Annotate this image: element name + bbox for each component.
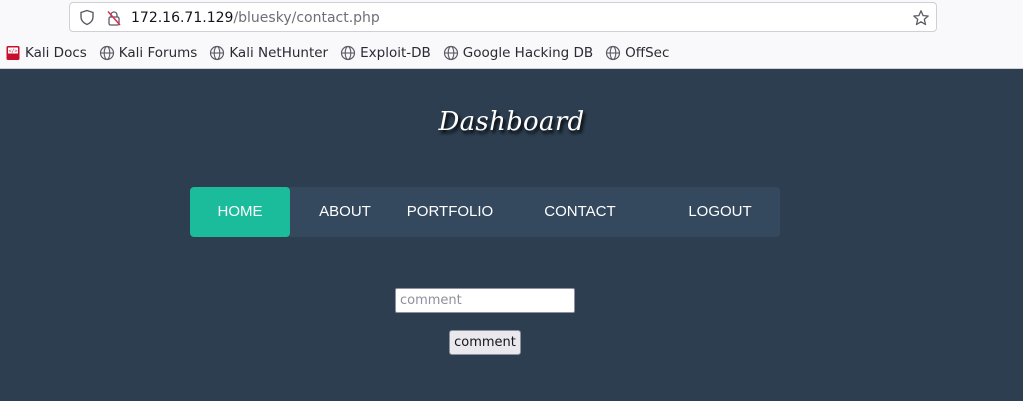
bookmark-exploit-db[interactable]: Exploit-DB: [340, 41, 431, 65]
url-bar[interactable]: 172.16.71.129/bluesky/contact.php: [69, 2, 937, 32]
main-nav: HOME ABOUT PORTFOLIO CONTACT LOGOUT: [190, 187, 780, 237]
url-path: /bluesky/contact.php: [233, 10, 380, 26]
shield-icon[interactable]: [79, 9, 95, 26]
bookmark-label: Kali Forums: [118, 45, 198, 61]
bookmark-kali-docs[interactable]: </> Kali Docs: [5, 41, 87, 65]
url-host: 172.16.71.129: [131, 10, 234, 26]
comment-input[interactable]: [395, 288, 575, 313]
url-text[interactable]: 172.16.71.129/bluesky/contact.php: [131, 9, 380, 27]
bookmark-label: Kali NetHunter: [229, 45, 329, 61]
bookmarks-toolbar: </> Kali Docs Kali Forums Kali NetHunter…: [0, 38, 1023, 68]
svg-text:</>: </>: [8, 49, 17, 55]
page-content: Dashboard HOME ABOUT PORTFOLIO CONTACT L…: [0, 69, 1023, 401]
comment-button[interactable]: comment: [449, 330, 521, 355]
bookmark-label: Kali Docs: [25, 45, 87, 61]
bookmark-label: Exploit-DB: [360, 45, 431, 61]
nav-item-logout[interactable]: LOGOUT: [680, 187, 760, 237]
bookmark-google-hacking-db[interactable]: Google Hacking DB: [443, 41, 593, 65]
globe-icon: [606, 45, 621, 61]
bookmark-offsec[interactable]: OffSec: [605, 41, 669, 65]
nav-item-home[interactable]: HOME: [190, 187, 290, 237]
bookmark-star-icon[interactable]: [912, 9, 930, 27]
bookmark-label: Google Hacking DB: [462, 45, 594, 61]
page-title: Dashboard: [438, 107, 585, 137]
bookmark-kali-forums[interactable]: Kali Forums: [99, 41, 198, 65]
globe-icon: [210, 45, 225, 61]
nav-item-about[interactable]: ABOUT: [305, 187, 385, 237]
bookmark-label: OffSec: [625, 45, 670, 61]
insecure-lock-icon[interactable]: [106, 10, 122, 26]
globe-icon: [341, 45, 356, 61]
kali-docs-icon: </>: [6, 46, 20, 60]
bookmark-kali-nethunter[interactable]: Kali NetHunter: [209, 41, 328, 65]
nav-item-contact[interactable]: CONTACT: [535, 187, 625, 237]
globe-icon: [99, 45, 114, 61]
nav-item-portfolio[interactable]: PORTFOLIO: [400, 187, 500, 237]
globe-icon: [443, 45, 458, 61]
